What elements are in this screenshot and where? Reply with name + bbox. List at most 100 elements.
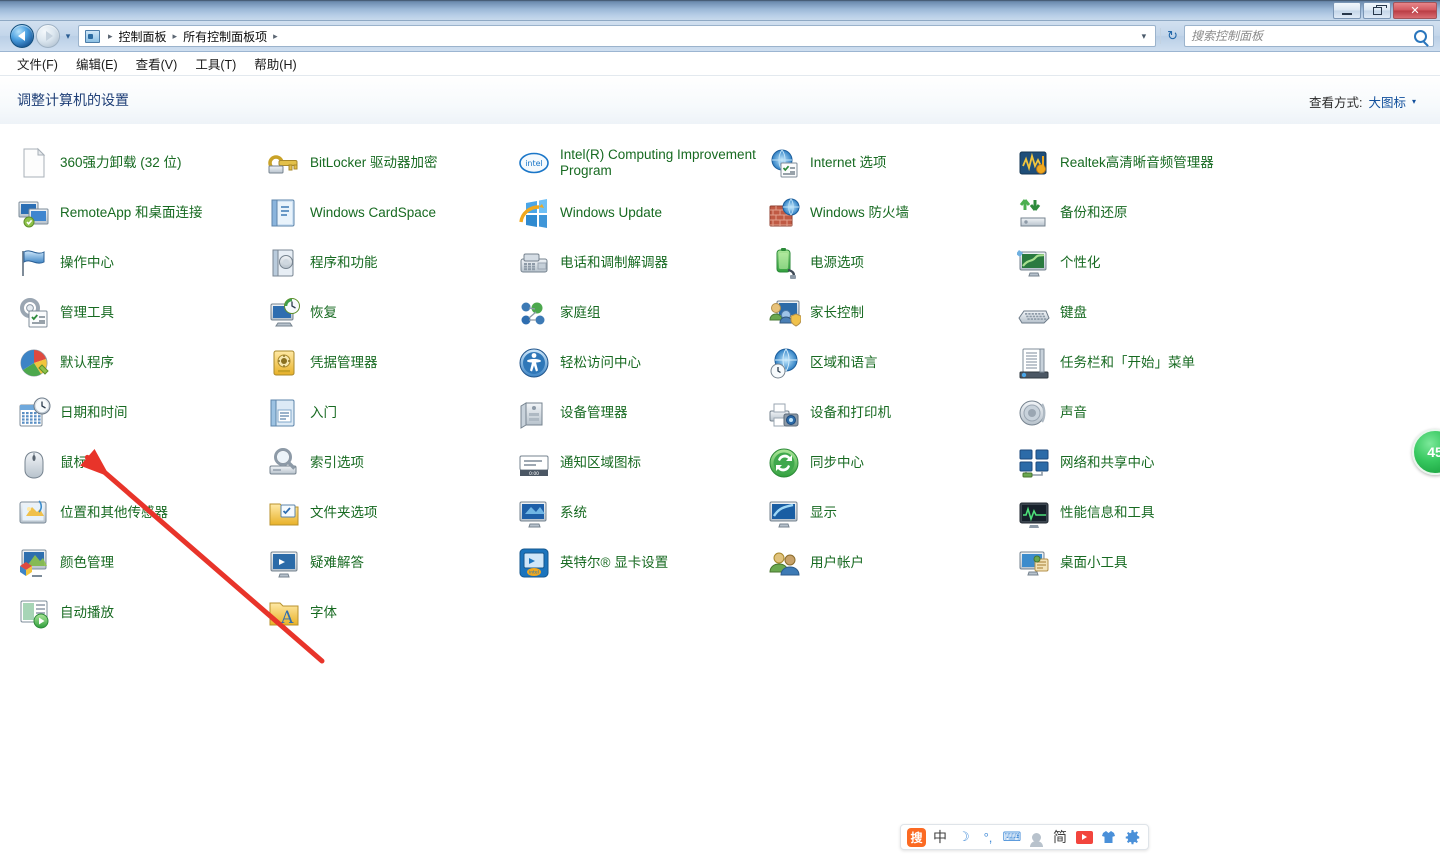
control-panel-item[interactable]: intel 英特尔® 显卡设置 [514,538,764,588]
control-panel-item[interactable]: 索引选项 [264,438,514,488]
control-panel-item[interactable]: 设备和打印机 [764,388,1014,438]
control-panel-item[interactable]: 360强力卸载 (32 位) [14,138,264,188]
control-panel-item[interactable]: 家庭组 [514,288,764,338]
search-box[interactable] [1184,25,1434,47]
control-panel-item[interactable]: Internet 选项 [764,138,1014,188]
control-panel-item[interactable]: 恢复 [264,288,514,338]
control-panel-window: ✕ ▾ ▸ 控制面板 ▸ 所有控制面板项 ▸ ▾ ↻ 文件(F) 编辑(E) 查… [0,0,1440,855]
folder-options-icon [267,496,301,530]
control-panel-item[interactable]: 用户帐户 [764,538,1014,588]
refresh-button[interactable]: ↻ [1160,28,1184,44]
keyboard-icon[interactable]: ⌨ [1002,827,1022,847]
maximize-icon [1372,4,1387,15]
video-icon[interactable] [1074,827,1094,847]
control-panel-item[interactable]: 电源选项 [764,238,1014,288]
control-panel-item[interactable]: 默认程序 [14,338,264,388]
control-panel-item[interactable]: 0:00 通知区域图标 [514,438,764,488]
menu-tools[interactable]: 工具(T) [186,51,245,76]
system-icon [517,496,551,530]
control-panel-item[interactable]: 备份和还原 [1014,188,1294,238]
control-panel-item[interactable]: Realtek高清晰音频管理器 [1014,138,1294,188]
control-panel-item-label: 区域和语言 [810,355,878,371]
ease-of-access-icon [517,346,551,380]
control-panel-item[interactable]: 操作中心 [14,238,264,288]
breadcrumb-item-control-panel[interactable]: 控制面板 [117,28,169,45]
chevron-down-icon[interactable]: ▾ [1412,97,1416,106]
simplified-chinese-icon[interactable]: 简 [1050,827,1070,847]
menu-file[interactable]: 文件(F) [8,51,67,76]
control-panel-item[interactable]: 程序和功能 [264,238,514,288]
svg-text:intel: intel [525,159,543,168]
control-panel-item[interactable]: 自动播放 [14,588,264,638]
search-input[interactable] [1191,29,1414,43]
control-panel-item[interactable]: 同步中心 [764,438,1014,488]
control-panel-item-label: RemoteApp 和桌面连接 [60,205,203,221]
control-panel-item[interactable]: 键盘 [1014,288,1294,338]
control-panel-item[interactable]: Windows 防火墙 [764,188,1014,238]
menu-help[interactable]: 帮助(H) [245,51,305,76]
address-bar[interactable]: ▸ 控制面板 ▸ 所有控制面板项 ▸ ▾ [78,25,1157,47]
control-panel-item[interactable]: 文件夹选项 [264,488,514,538]
moon-icon[interactable]: ☽ [954,827,974,847]
control-panel-item[interactable]: 任务栏和「开始」菜单 [1014,338,1294,388]
arrow-left-icon [17,31,25,41]
control-panel-item[interactable]: intel Intel(R) Computing Improvement Prog… [514,138,764,188]
control-panel-item[interactable]: 系统 [514,488,764,538]
control-panel-item-label: 任务栏和「开始」菜单 [1060,355,1195,371]
control-panel-item[interactable]: BitLocker 驱动器加密 [264,138,514,188]
control-panel-item[interactable]: A 字体 [264,588,514,638]
control-panel-item[interactable]: 桌面小工具 [1014,538,1294,588]
menu-view[interactable]: 查看(V) [127,51,187,76]
sogou-logo-icon[interactable]: 搜 [907,827,926,847]
control-panel-item[interactable]: Windows CardSpace [264,188,514,238]
control-panel-item-grid: 360强力卸载 (32 位) RemoteApp 和桌面连接 操作中心 管理工具… [0,138,1440,638]
maximize-button[interactable] [1363,2,1391,19]
control-panel-item[interactable]: 电话和调制解调器 [514,238,764,288]
user-icon[interactable] [1026,827,1046,847]
close-button[interactable]: ✕ [1393,2,1437,19]
punctuation-icon[interactable]: °, [978,827,998,847]
control-panel-item[interactable]: RemoteApp 和桌面连接 [14,188,264,238]
gear-icon[interactable] [1122,827,1142,847]
control-panel-item[interactable]: 疑难解答 [264,538,514,588]
control-panel-item[interactable]: 声音 [1014,388,1294,438]
control-panel-item[interactable]: 区域和语言 [764,338,1014,388]
ime-mode-chinese[interactable]: 中 [930,827,950,847]
bitlocker-icon [267,146,301,180]
control-panel-item-label: Intel(R) Computing Improvement Program [560,147,756,178]
back-button[interactable] [10,24,34,48]
control-panel-item-label: 家庭组 [560,305,601,321]
control-panel-item[interactable]: 日期和时间 [14,388,264,438]
control-panel-item[interactable]: 入门 [264,388,514,438]
control-panel-item[interactable]: 轻松访问中心 [514,338,764,388]
blank-page-icon [17,146,51,180]
breadcrumb-item-all-items[interactable]: 所有控制面板项 [181,28,269,45]
chevron-down-icon[interactable]: ▾ [1135,31,1154,42]
internet-options-icon [767,146,801,180]
minimize-button[interactable] [1333,2,1361,19]
control-panel-item[interactable]: 性能信息和工具 [1014,488,1294,538]
control-panel-item[interactable]: 颜色管理 [14,538,264,588]
breadcrumb-separator[interactable]: ▸ [269,31,282,42]
control-panel-item[interactable]: 设备管理器 [514,388,764,438]
skin-icon[interactable] [1098,827,1118,847]
history-dropdown-button[interactable]: ▾ [60,31,76,42]
control-panel-item[interactable]: 管理工具 [14,288,264,338]
control-panel-item[interactable]: 位置和其他传感器 [14,488,264,538]
remoteapp-icon [17,196,51,230]
admin-tools-icon [17,296,51,330]
control-panel-item[interactable]: Windows Update [514,188,764,238]
control-panel-item[interactable]: 个性化 [1014,238,1294,288]
control-panel-item[interactable]: 鼠标 [14,438,264,488]
control-panel-item[interactable]: 网络和共享中心 [1014,438,1294,488]
homegroup-icon [517,296,551,330]
control-panel-item[interactable]: 凭据管理器 [264,338,514,388]
view-by-value[interactable]: 大图标 [1368,92,1406,111]
fonts-icon: A [267,596,301,630]
control-panel-item[interactable]: 显示 [764,488,1014,538]
menu-edit[interactable]: 编辑(E) [67,51,127,76]
address-bar-actions: ▾ [1135,31,1154,42]
page-title: 调整计算机的设置 [17,92,129,108]
forward-button[interactable] [36,24,60,48]
control-panel-item[interactable]: 家长控制 [764,288,1014,338]
